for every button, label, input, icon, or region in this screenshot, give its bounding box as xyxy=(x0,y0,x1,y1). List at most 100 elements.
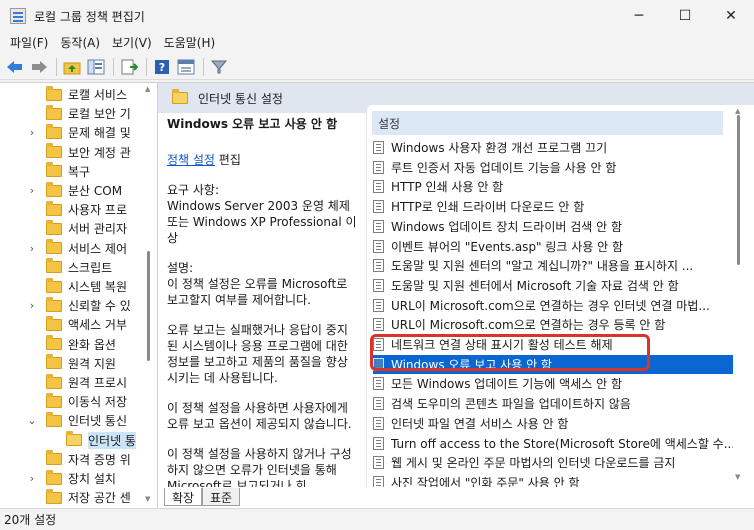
tree-item-label: 복구 xyxy=(68,164,91,179)
list-item[interactable]: 도움말 및 지원 센터의 "알고 계십니까?" 내용을 표시하지 ... xyxy=(373,256,733,275)
maximize-button[interactable]: ☐ xyxy=(662,0,708,32)
folder-icon xyxy=(46,354,62,370)
scroll-down-icon[interactable]: ▼ xyxy=(145,495,150,503)
expand-arrow-icon[interactable]: › xyxy=(26,299,38,312)
list-item-label: HTTP 인쇄 사용 안 함 xyxy=(391,180,504,195)
list-item[interactable]: Windows 사용자 환경 개선 프로그램 끄기 xyxy=(373,138,733,157)
show-hide-tree-button[interactable] xyxy=(85,56,107,78)
list-item[interactable]: 웹 게시 및 온라인 주문 마법사의 인터넷 다운로드를 금지 xyxy=(373,453,733,472)
tree-item[interactable]: 액세스 거부 xyxy=(0,315,148,334)
help-button[interactable]: ? xyxy=(151,56,173,78)
expand-arrow-icon[interactable]: › xyxy=(26,184,38,197)
requirements-text: 요구 사항: Windows Server 2003 운영 체제 또는 Windo… xyxy=(167,182,358,246)
policy-setting-icon xyxy=(373,239,384,253)
tree-item-label: 서비스 제어 xyxy=(68,241,128,256)
tree-item[interactable]: 원격 프로시 xyxy=(0,373,148,392)
expand-arrow-icon[interactable]: ⌄ xyxy=(26,414,38,427)
tree-item[interactable]: › 서비스 제어 xyxy=(0,239,148,258)
tree-item[interactable]: 보안 계정 관 xyxy=(0,143,148,162)
folder-icon xyxy=(46,162,62,178)
console-tree: 로캘 서비스 로컬 보안 기 › 문제 해결 및 보안 계정 관복구 › 분산 COM 사용자… xyxy=(0,83,158,509)
list-item[interactable]: HTTP로 인쇄 드라이버 다운로드 안 함 xyxy=(373,197,733,216)
tree-item[interactable]: 자격 증명 위 xyxy=(0,450,148,469)
tree-item[interactable]: › 장치 설치 xyxy=(0,469,148,488)
tree-item[interactable]: 로캘 서비스 xyxy=(0,85,148,104)
list-item[interactable]: HTTP 인쇄 사용 안 함 xyxy=(373,177,733,196)
folder-icon xyxy=(46,258,62,274)
close-button[interactable]: ✕ xyxy=(708,0,754,32)
list-item-label: 도움말 및 지원 센터에서 Microsoft 기술 자료 검색 안 함 xyxy=(391,278,679,293)
tree-item[interactable]: 서버 관리자 xyxy=(0,219,148,238)
menu-help[interactable]: 도움말(H) xyxy=(158,34,222,51)
toolbar-separator xyxy=(146,57,147,76)
list-item[interactable]: 사진 작업에서 "인화 주문" 사용 안 함 xyxy=(373,473,733,487)
list-item-selected[interactable]: Windows 오류 보고 사용 안 함 xyxy=(373,354,733,374)
properties-button[interactable] xyxy=(175,56,197,78)
svg-text:?: ? xyxy=(159,61,165,74)
tree-item[interactable]: 인터넷 통 xyxy=(0,431,148,450)
list-item[interactable]: 루트 인증서 자동 업데이트 기능을 사용 안 함 xyxy=(373,158,733,177)
settings-list-scrollbar[interactable]: ▲ ▼ xyxy=(733,105,743,487)
tree-item[interactable]: 이동식 저장 xyxy=(0,392,148,411)
scroll-thumb[interactable] xyxy=(737,115,740,265)
expand-arrow-icon[interactable]: › xyxy=(26,242,38,255)
menu-view[interactable]: 보기(V) xyxy=(106,34,158,51)
menu-action[interactable]: 동작(A) xyxy=(54,34,106,51)
scroll-thumb[interactable] xyxy=(147,251,150,361)
list-item-label: 사진 작업에서 "인화 주문" 사용 안 함 xyxy=(391,475,580,487)
edit-suffix: 편집 xyxy=(214,153,241,167)
policy-setting-icon xyxy=(373,141,384,154)
tree-item[interactable]: 원격 지원 xyxy=(0,354,148,373)
export-list-button[interactable] xyxy=(118,56,140,78)
folder-icon xyxy=(46,335,62,351)
status-bar: 20개 설정 xyxy=(0,508,754,530)
tree-item[interactable]: › 문제 해결 및 xyxy=(0,123,148,142)
folder-icon xyxy=(66,431,82,447)
list-item[interactable]: URL이 Microsoft.com으로 연결하는 경우 등록 안 함 xyxy=(373,315,733,334)
toolbar-separator xyxy=(56,57,57,76)
tree-item[interactable]: 저장 공간 센 xyxy=(0,488,148,507)
tab-standard[interactable]: 표준 xyxy=(202,488,241,506)
tree-item[interactable]: 사용자 프로 xyxy=(0,200,148,219)
list-item[interactable]: 네트워크 연결 상태 표시기 활성 테스트 해제 xyxy=(373,335,733,354)
up-folder-button[interactable] xyxy=(61,56,83,78)
tree-item[interactable]: › 분산 COM xyxy=(0,181,148,200)
tab-extended[interactable]: 확장 xyxy=(164,488,203,506)
description-para-2: 오류 보고는 실패했거나 응답이 중지된 시스템이나 응용 프로그램에 대한 정… xyxy=(167,323,348,385)
back-button[interactable] xyxy=(4,56,26,78)
list-item[interactable]: 인터넷 파일 연결 서비스 사용 안 함 xyxy=(373,414,733,433)
tree-item[interactable]: 완화 옵션 xyxy=(0,335,148,354)
tree-item[interactable]: 스크립트 xyxy=(0,258,148,277)
arrow-left-icon xyxy=(7,60,22,73)
minimize-button[interactable]: ─ xyxy=(616,0,662,32)
tree-item[interactable]: 시스템 복원 xyxy=(0,277,148,296)
help-icon: ? xyxy=(155,59,169,74)
tree-scrollbar[interactable]: ▲ ▼ xyxy=(145,83,152,509)
scroll-up-icon[interactable]: ▲ xyxy=(145,85,150,93)
tree-item[interactable]: 로컬 보안 기 xyxy=(0,104,148,123)
policy-title: Windows 오류 보고 사용 안 함 xyxy=(167,117,338,131)
list-item[interactable]: 모든 Windows 업데이트 기능에 액세스 안 함 xyxy=(373,374,733,393)
forward-button[interactable] xyxy=(28,56,50,78)
tree-item[interactable]: 복구 xyxy=(0,162,148,181)
folder-icon xyxy=(46,277,62,293)
menu-file[interactable]: 파일(F) xyxy=(4,34,54,51)
list-item[interactable]: 이벤트 뷰어의 "Events.asp" 링크 사용 안 함 xyxy=(373,237,733,256)
scroll-down-icon[interactable]: ▼ xyxy=(735,473,740,481)
list-item[interactable]: 도움말 및 지원 센터에서 Microsoft 기술 자료 검색 안 함 xyxy=(373,276,733,295)
scroll-up-icon[interactable]: ▲ xyxy=(735,107,740,115)
filter-button[interactable] xyxy=(208,56,230,78)
settings-column-header[interactable]: 설정 xyxy=(372,111,723,135)
tree-item[interactable]: › 신뢰할 수 있 xyxy=(0,296,148,315)
list-item[interactable]: Windows 업데이트 장치 드라이버 검색 안 함 xyxy=(373,217,733,236)
expand-arrow-icon[interactable]: › xyxy=(26,126,38,139)
folder-icon xyxy=(46,219,62,235)
tree-item[interactable]: ⌄ 인터넷 통신 xyxy=(0,411,148,430)
list-item[interactable]: 검색 도우미의 콘텐츠 파일을 업데이트하지 않음 xyxy=(373,394,733,413)
policy-settings-link[interactable]: 정책 설정 xyxy=(167,153,215,167)
list-item[interactable]: Turn off access to the Store(Microsoft S… xyxy=(373,434,733,453)
status-text: 20개 설정 xyxy=(4,513,57,527)
list-item[interactable]: URL이 Microsoft.com으로 연결하는 경우 인터넷 연결 마법..… xyxy=(373,296,733,315)
description-text: 설명: 이 정책 설정은 오류를 Microsoft로 보고할지 여부를 제어합니… xyxy=(167,260,358,308)
expand-arrow-icon[interactable]: › xyxy=(26,472,38,485)
